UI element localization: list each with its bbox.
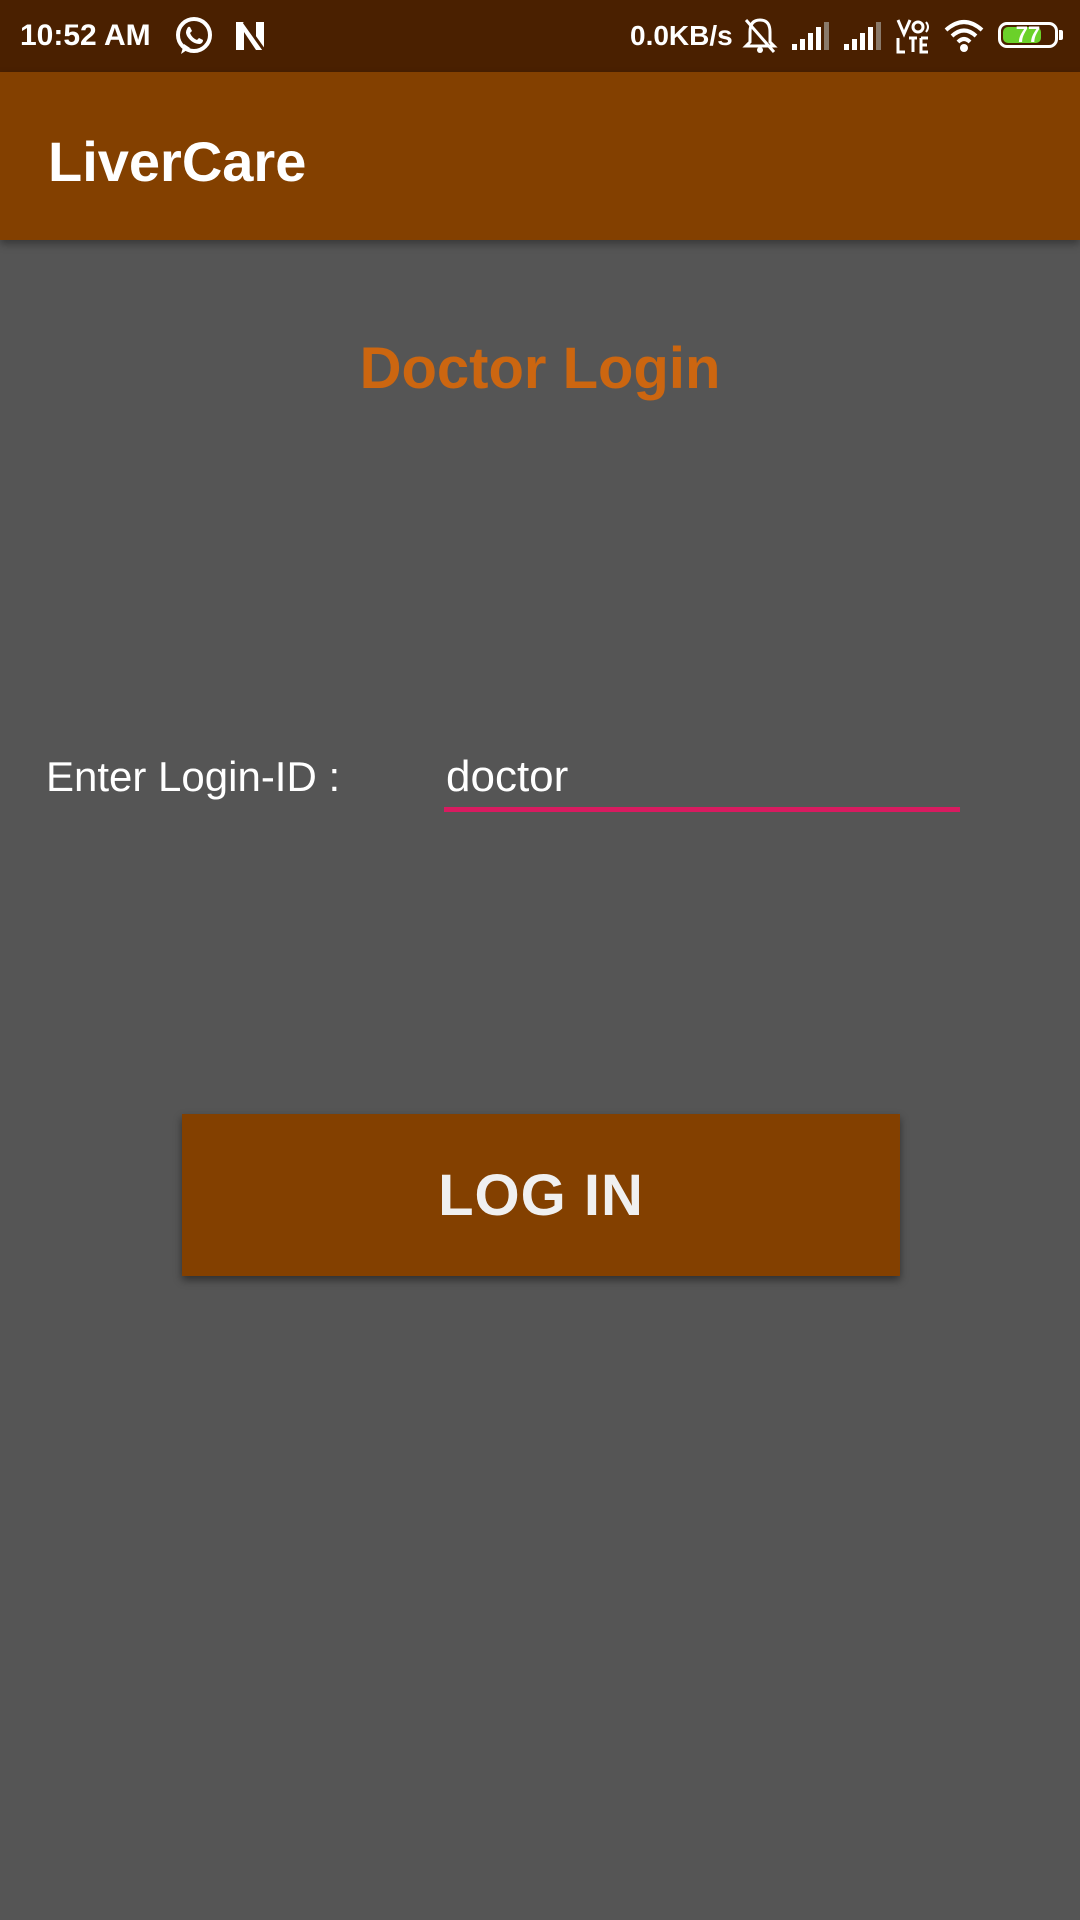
login-id-label: Enter Login-ID :	[46, 753, 341, 800]
app-title: LiverCare	[48, 130, 307, 193]
battery-cap	[1059, 30, 1063, 40]
wifi-icon	[942, 14, 986, 58]
status-bar: 10:52 AM 0.0KB/s 77	[0, 0, 1080, 72]
app-bar: LiverCare	[0, 72, 1080, 240]
n-notification-icon	[228, 14, 272, 58]
mute-bell-icon	[740, 14, 784, 58]
page-title: Doctor Login	[359, 336, 721, 401]
volte-icon	[894, 14, 938, 58]
network-speed: 0.0KB/s	[630, 20, 733, 51]
signal-2-icon	[842, 14, 886, 58]
status-time: 10:52 AM	[20, 19, 151, 52]
login-button[interactable]: LOG IN	[182, 1114, 900, 1276]
whatsapp-icon	[172, 14, 216, 58]
battery-level: 77	[1015, 22, 1041, 47]
login-id-input[interactable]	[444, 746, 960, 812]
battery-icon: 77	[998, 22, 1063, 48]
signal-1-icon	[790, 14, 834, 58]
